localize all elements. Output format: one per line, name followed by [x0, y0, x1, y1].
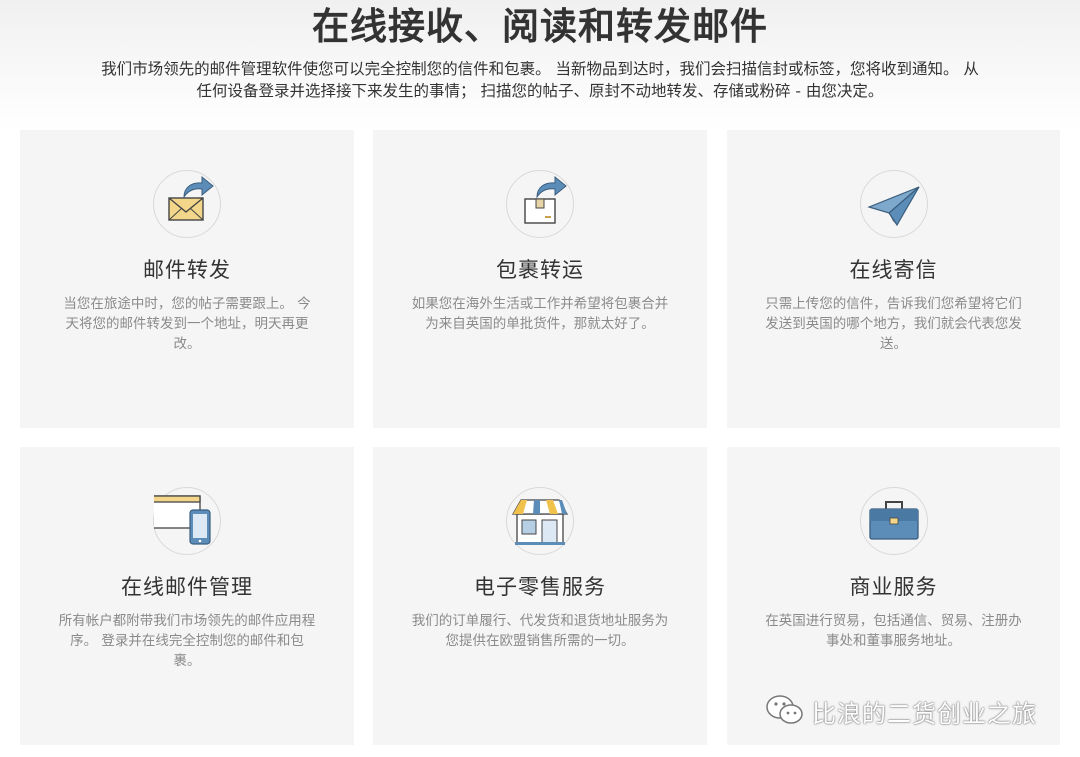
card-text-line: 您提供在欧盟销售所需的一切。 — [445, 633, 635, 649]
card-text-line: 当您在旅途中时，您的帖子需要跟上。 今 — [63, 296, 311, 312]
envelope-forward-icon — [153, 170, 221, 238]
card-title: 在线邮件管理 — [121, 575, 253, 599]
card-text-line: 送。 — [880, 336, 907, 352]
card-mail-forwarding[interactable]: 邮件转发 当您在旅途中时，您的帖子需要跟上。 今 天将您的邮件转发到一个地址，明… — [20, 130, 354, 428]
card-title: 邮件转发 — [143, 258, 231, 282]
card-text-line: 只需上传您的信件，告诉我们您希望将它们 — [765, 296, 1022, 312]
card-description: 只需上传您的信件，告诉我们您希望将它们 发送到英国的哪个地方，我们就会代表您发 … — [757, 294, 1030, 354]
card-title: 包裹转运 — [496, 258, 584, 282]
card-online-letters[interactable]: 在线寄信 只需上传您的信件，告诉我们您希望将它们 发送到英国的哪个地方，我们就会… — [727, 130, 1060, 428]
wechat-icon — [766, 695, 803, 724]
card-text-line: 事处和董事服务地址。 — [826, 633, 961, 649]
card-description: 所有帐户都附带我们市场领先的邮件应用程 序。 登录并在线完全控制您的邮件和包 裹… — [50, 611, 324, 671]
card-online-mail-management[interactable]: 在线邮件管理 所有帐户都附带我们市场领先的邮件应用程 序。 登录并在线完全控制您… — [20, 447, 354, 745]
card-text-line: 改。 — [173, 336, 201, 352]
card-description: 当您在旅途中时，您的帖子需要跟上。 今 天将您的邮件转发到一个地址，明天再更 改… — [50, 294, 324, 354]
watermark: 比浪的二货创业之旅 — [762, 690, 1062, 730]
card-parcel-forwarding[interactable]: 包裹转运 如果您在海外生活或工作并希望将包裹合并 为来自英国的单批货件，那就太好… — [373, 130, 707, 428]
card-text-line: 为来自英国的单批货件，那就太好了。 — [425, 316, 655, 332]
card-title: 在线寄信 — [849, 258, 938, 282]
card-eretail-services[interactable]: 电子零售服务 我们的订单履行、代发货和退货地址服务为 您提供在欧盟销售所需的一切… — [373, 447, 707, 745]
browser-phone-icon — [153, 487, 221, 555]
page-title: 在线接收、阅读和转发邮件 — [312, 5, 768, 48]
card-text-line: 在英国进行贸易，包括通信、贸易、注册办 — [765, 613, 1022, 629]
page-description: 我们市场领先的邮件管理软件使您可以完全控制您的信件和包裹。 当新物品到达时，我们… — [6, 58, 1074, 102]
card-title: 商业服务 — [849, 575, 938, 599]
paper-plane-icon — [859, 170, 928, 238]
card-description: 如果您在海外生活或工作并希望将包裹合并 为来自英国的单批货件，那就太好了。 — [403, 294, 677, 334]
card-text-line: 天将您的邮件转发到一个地址，明天再更 — [65, 316, 309, 332]
watermark-text: 比浪的二货创业之旅 — [812, 700, 1037, 728]
card-text-line: 如果您在海外生活或工作并希望将包裹合并 — [411, 296, 669, 312]
card-text-line: 所有帐户都附带我们市场领先的邮件应用程 — [58, 613, 316, 629]
card-text-line: 我们的订单履行、代发货和退货地址服务为 — [411, 613, 669, 629]
card-text-line: 裹。 — [173, 653, 201, 669]
page-header: 在线接收、阅读和转发邮件 我们市场领先的邮件管理软件使您可以完全控制您的信件和包… — [0, 0, 1080, 130]
parcel-forward-icon — [506, 170, 574, 238]
description-line: 我们市场领先的邮件管理软件使您可以完全控制您的信件和包裹。 当新物品到达时，我们… — [101, 60, 979, 78]
card-text-line: 序。 登录并在线完全控制您的邮件和包 — [70, 633, 304, 649]
card-title: 电子零售服务 — [474, 575, 606, 599]
card-description: 我们的订单履行、代发货和退货地址服务为 您提供在欧盟销售所需的一切。 — [403, 611, 677, 651]
card-text-line: 发送到英国的哪个地方，我们就会代表您发 — [765, 316, 1022, 332]
card-description: 在英国进行贸易，包括通信、贸易、注册办 事处和董事服务地址。 — [757, 611, 1030, 651]
description-line: 任何设备登录并选择接下来发生的事情； 扫描您的帖子、原封不动地转发、存储或粉碎 … — [196, 82, 884, 100]
storefront-icon — [506, 487, 574, 555]
briefcase-icon — [859, 487, 928, 555]
